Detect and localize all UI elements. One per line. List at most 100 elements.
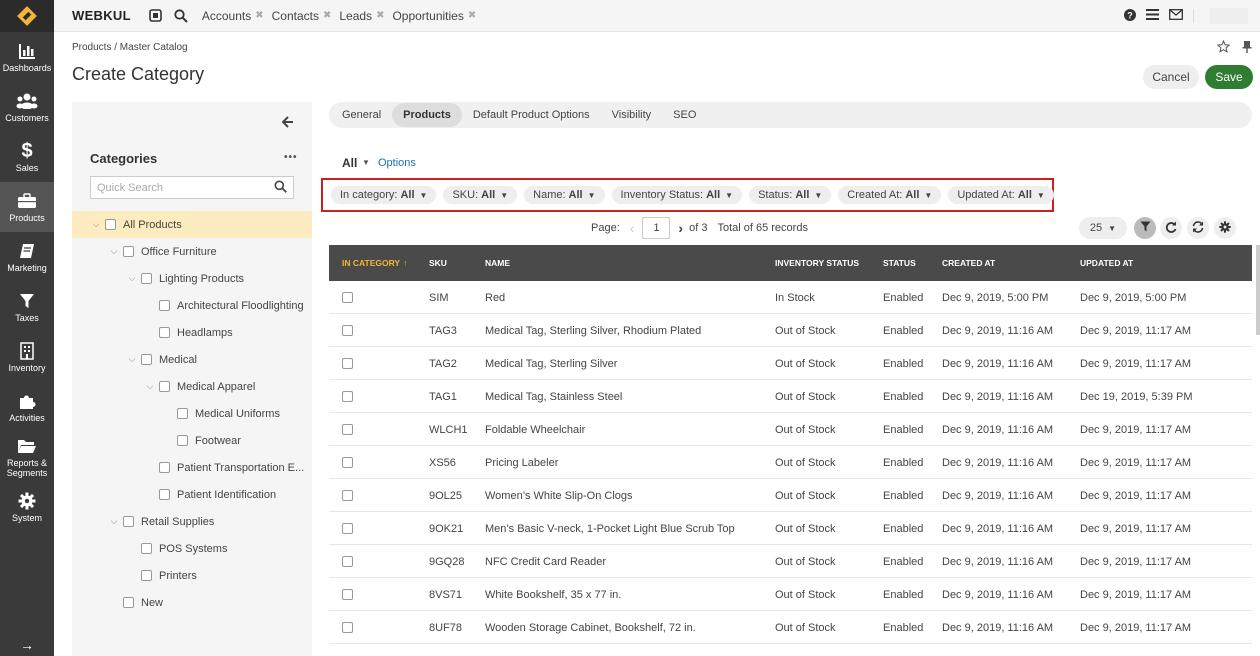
checkbox[interactable] [141,543,152,554]
row-checkbox-cell[interactable] [342,578,353,611]
row-checkbox-cell[interactable] [342,347,353,380]
column-header-created-at[interactable]: CREATED AT [942,245,995,281]
sidebar-item-sales[interactable]: $ Sales [0,132,54,182]
checkbox[interactable] [105,219,116,230]
menu-icon[interactable] [1146,9,1159,23]
mail-icon[interactable] [1169,9,1183,23]
checkbox[interactable] [141,354,152,365]
filter-chip[interactable]: Inventory Status: All ▼ [611,186,743,204]
table-row[interactable]: 8VS71 White Bookshelf, 35 x 77 in. Out of … [329,578,1252,611]
checkbox[interactable] [342,556,353,567]
tree-item[interactable]: Patient Transportation E... [72,454,312,481]
breadcrumb[interactable]: Products / Master Catalog [72,42,188,53]
table-row[interactable]: TAG1 Medical Tag, Stainless Steel Out of S… [329,380,1252,413]
table-row[interactable]: TAG2 Medical Tag, Sterling Silver Out of S… [329,347,1252,380]
table-row[interactable]: XS56 Pricing Labeler Out of Stock Enabled De… [329,446,1252,479]
checkbox[interactable] [342,589,353,600]
search-icon[interactable] [274,180,287,196]
checkbox[interactable] [123,597,134,608]
checkbox[interactable] [342,391,353,402]
tab-leads[interactable]: Leads ✖ [339,9,384,23]
sidebar-item-taxes[interactable]: Taxes [0,282,54,332]
star-icon[interactable] [1216,39,1231,56]
checkbox[interactable] [342,424,353,435]
table-row[interactable]: SIM Red In Stock Enabled Dec 9, 2019, 5:00 P… [329,281,1252,314]
tree-item[interactable]: ⌵ Lighting Products [72,265,312,292]
tree-item[interactable]: ⌵ Office Furniture [72,238,312,265]
tree-item[interactable]: ⌵ Medical [72,346,312,373]
column-header-inventory-status[interactable]: INVENTORY STATUS [775,245,859,281]
chevron-down-icon[interactable]: ⌵ [90,219,102,230]
tab-general[interactable]: General [331,103,392,127]
row-checkbox-cell[interactable] [342,314,353,347]
row-checkbox-cell[interactable] [342,512,353,545]
checkbox[interactable] [159,300,170,311]
checkbox[interactable] [159,381,170,392]
tree-item[interactable]: Printers [72,562,312,589]
refresh-button[interactable] [1160,217,1182,239]
filter-chip[interactable]: Created At: All ▼ [838,186,942,204]
checkbox[interactable] [123,246,134,257]
sidebar-item-products[interactable]: Products [0,182,54,232]
tree-item[interactable]: New [72,589,312,616]
chevron-down-icon[interactable]: ⌵ [108,516,120,527]
tab-accounts[interactable]: Accounts ✖ [202,9,264,23]
checkbox[interactable] [141,273,152,284]
checkbox[interactable] [159,327,170,338]
cancel-button[interactable]: Cancel [1143,65,1199,89]
sidebar-item-activities[interactable]: Activities [0,382,54,432]
sidebar-item-dashboards[interactable]: Dashboards [0,32,54,82]
checkbox[interactable] [342,523,353,534]
sidebar-item-reports[interactable]: Reports & Segments [0,432,54,482]
checkbox[interactable] [342,622,353,633]
checkbox[interactable] [342,457,353,468]
sidebar-item-inventory[interactable]: Inventory [0,332,54,382]
tab-products[interactable]: Products [392,103,462,127]
row-checkbox-cell[interactable] [342,413,353,446]
grid-view-selector[interactable]: All [342,156,357,170]
more-icon[interactable]: ••• [284,152,298,163]
chevron-left-icon[interactable]: ‹ [630,220,635,236]
filter-chip[interactable]: Name: All ▼ [524,186,605,204]
scrollbar[interactable] [1256,245,1260,335]
filter-chip[interactable]: SKU: All ▼ [443,186,518,204]
sidebar-item-system[interactable]: System [0,482,54,532]
filter-toggle-button[interactable] [1134,217,1156,239]
column-header-sku[interactable]: SKU [429,245,447,281]
checkbox[interactable] [177,435,188,446]
tree-item[interactable]: POS Systems [72,535,312,562]
chevron-down-icon[interactable]: ⌵ [126,273,138,284]
table-row[interactable]: 9GQ28 NFC Credit Card Reader Out of Stock E… [329,545,1252,578]
filter-chip[interactable]: In category: All ▼ [331,186,437,204]
row-checkbox-cell[interactable] [342,611,353,644]
table-row[interactable]: 9OK21 Men’s Basic V-neck, 1-Pocket Light … [329,512,1252,545]
tab-contacts[interactable]: Contacts ✖ [272,9,332,23]
help-icon[interactable]: ? [1124,8,1136,24]
close-icon[interactable]: ✖ [323,10,331,21]
brand-name[interactable]: WEBKUL [72,8,131,23]
category-search-input[interactable]: Quick Search [90,176,294,199]
close-icon[interactable]: ✖ [376,10,384,21]
tree-item[interactable]: Architectural Floodlighting [72,292,312,319]
column-header-name[interactable]: NAME [485,245,510,281]
tree-item[interactable]: Headlamps [72,319,312,346]
table-row[interactable]: 9OL25 Women’s White Slip-On Clogs Out of S… [329,479,1252,512]
checkbox[interactable] [342,358,353,369]
column-header-status[interactable]: STATUS [883,245,916,281]
tab-seo[interactable]: SEO [662,103,707,127]
chevron-right-icon[interactable]: › [678,220,683,236]
chevron-down-icon[interactable]: ⌵ [126,354,138,365]
search-icon[interactable] [174,8,188,23]
tree-item[interactable]: Patient Identification [72,481,312,508]
tree-item[interactable]: ⌵ Medical Apparel [72,373,312,400]
user-menu[interactable] [1210,8,1248,24]
column-header-in-category[interactable]: IN CATEGORY ↑ [342,245,407,281]
checkbox[interactable] [123,516,134,527]
page-size-select[interactable]: 25 ▼ [1079,217,1127,239]
checkbox[interactable] [159,462,170,473]
tab-opportunities[interactable]: Opportunities ✖ [392,9,476,23]
table-row[interactable]: 8UF78 Wooden Storage Cabinet, Bookshelf, … [329,611,1252,644]
tree-item[interactable]: Footwear [72,427,312,454]
options-link[interactable]: Options [378,157,416,169]
table-row[interactable]: WLCH1 Foldable Wheelchair Out of Stock Enab… [329,413,1252,446]
